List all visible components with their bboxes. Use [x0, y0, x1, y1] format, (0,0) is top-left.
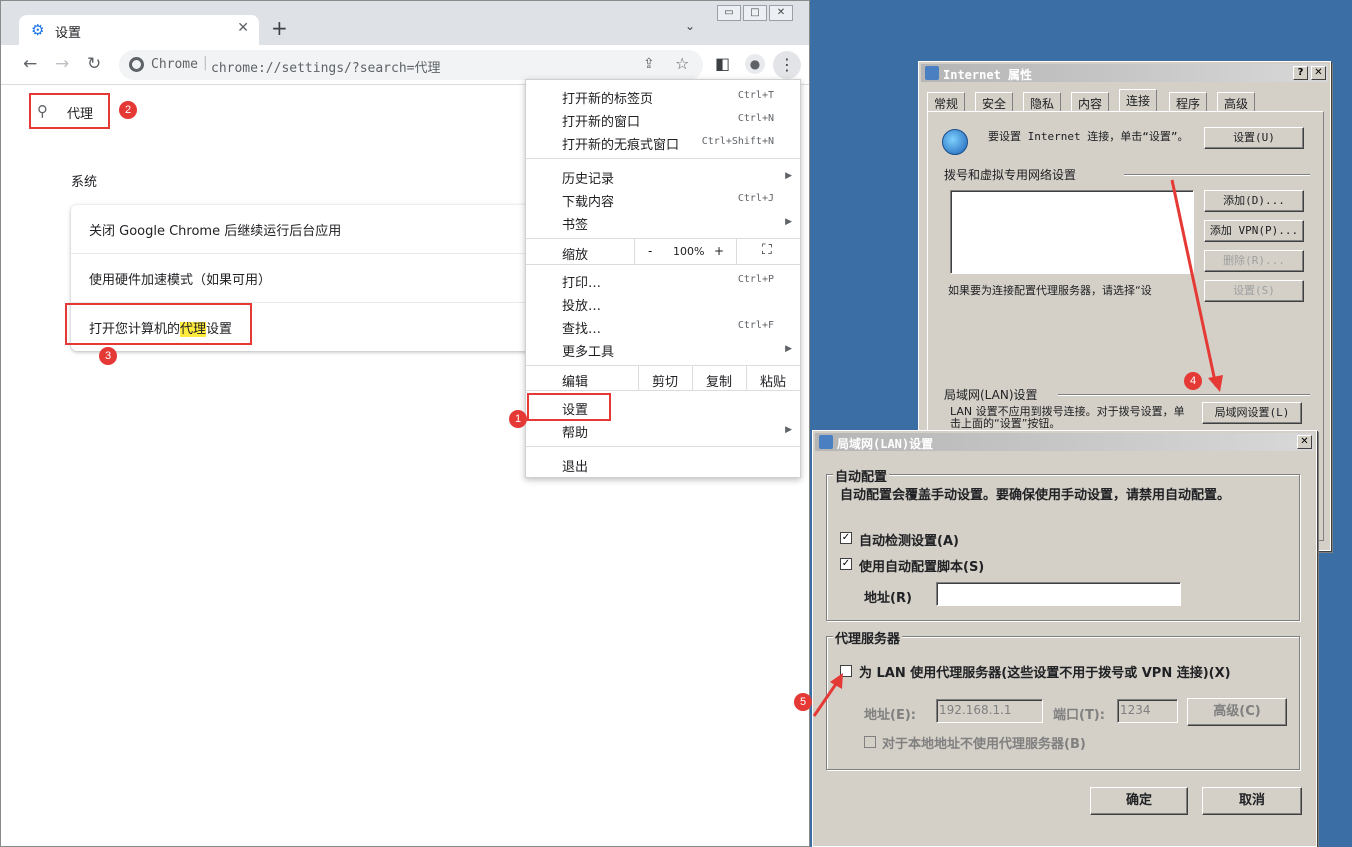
- annotation-arrows: [812, 179, 1223, 717]
- arrowhead-icon: [830, 673, 843, 689]
- arrowhead-icon: [1208, 375, 1223, 392]
- arrow-to-lan-button: [1170, 179, 1218, 387]
- arrow-to-proxy-checkbox: [812, 680, 840, 717]
